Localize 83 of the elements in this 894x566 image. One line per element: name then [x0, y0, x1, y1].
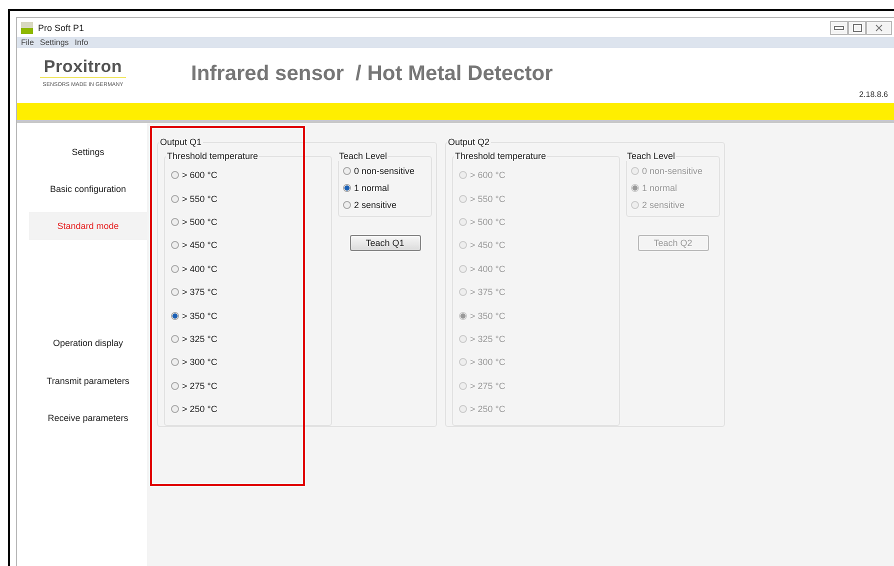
radio-label: 1 normal: [354, 183, 390, 193]
sidebar-item[interactable]: Transmit parameters: [29, 367, 147, 395]
radio-button[interactable]: [171, 358, 179, 366]
radio-label: > 250 °C: [470, 404, 506, 414]
radio-label: 2 sensitive: [354, 200, 397, 210]
window-title: Pro Soft P1: [38, 22, 84, 32]
radio-label: 0 non-sensitive: [354, 166, 415, 176]
radio-label: > 350 °C: [182, 310, 218, 321]
radio-label: > 300 °C: [470, 357, 506, 368]
radio-label: > 325 °C: [470, 334, 506, 344]
radio-option[interactable]: > 450 °C: [171, 238, 327, 253]
radio-label: > 400 °C: [182, 264, 218, 274]
radio-option[interactable]: > 300 °C: [171, 355, 327, 370]
radio-option[interactable]: > 375 °C: [171, 284, 327, 300]
group-title: Threshold temperature: [454, 151, 548, 161]
app-icon: [21, 22, 33, 34]
radio-button[interactable]: [343, 184, 351, 192]
sidebar-item[interactable]: Standard mode: [29, 212, 147, 240]
radio-label: > 600 °C: [470, 170, 506, 180]
radio-button[interactable]: [171, 218, 179, 226]
radio-option[interactable]: 2 sensitive: [343, 198, 427, 212]
group-title: Output Q1: [159, 137, 203, 147]
radio-label: 0 non-sensitive: [642, 166, 703, 176]
maximize-button[interactable]: [848, 20, 866, 34]
radio-button[interactable]: [171, 264, 179, 273]
radio-label: > 375 °C: [470, 287, 506, 298]
radio-label: > 250 °C: [182, 404, 218, 414]
radio-button[interactable]: [171, 312, 179, 320]
radio-label: > 325 °C: [182, 334, 218, 344]
radio-label: > 500 °C: [182, 216, 218, 227]
app-heading: Infrared sensor / Hot Metal Detector: [191, 62, 553, 86]
radio-label: > 375 °C: [182, 287, 218, 298]
group-title: Output Q2: [447, 137, 491, 147]
menu-item[interactable]: Settings: [40, 38, 69, 47]
sidebar-item[interactable]: Settings: [29, 138, 147, 166]
radio-button[interactable]: [343, 167, 351, 175]
radio-button[interactable]: [171, 334, 179, 343]
radio-label: 1 normal: [642, 183, 678, 193]
radio-label: > 275 °C: [182, 380, 218, 391]
radio-button[interactable]: [171, 171, 179, 180]
radio-button[interactable]: [171, 382, 179, 390]
radio-button[interactable]: [171, 288, 179, 296]
teach-button[interactable]: Teach Q1: [350, 235, 420, 251]
radio-option[interactable]: > 550 °C: [171, 191, 327, 206]
radio-button[interactable]: [343, 201, 351, 209]
radio-label: > 350 °C: [470, 310, 506, 321]
sidebar-item[interactable]: Basic configuration: [29, 175, 147, 203]
maximize-icon: [852, 24, 862, 32]
radio-option[interactable]: 0 non-sensitive: [343, 164, 427, 178]
logo: Proxitron: [40, 57, 126, 78]
radio-label: > 450 °C: [470, 240, 506, 250]
radio-option[interactable]: > 275 °C: [171, 378, 327, 393]
menu-item[interactable]: File: [21, 38, 34, 47]
radio-option[interactable]: > 400 °C: [171, 262, 327, 276]
radio-button[interactable]: [171, 405, 179, 414]
radio-label: 2 sensitive: [642, 200, 685, 210]
close-button[interactable]: [866, 20, 892, 34]
radio-label: > 300 °C: [182, 357, 218, 368]
group-title: Threshold temperature: [166, 151, 260, 161]
radio-button[interactable]: [171, 241, 179, 250]
radio-button[interactable]: [171, 194, 179, 203]
radio-label: > 600 °C: [182, 170, 218, 180]
radio-label: > 400 °C: [470, 264, 506, 274]
radio-option[interactable]: > 250 °C: [171, 402, 327, 416]
sidebar-item[interactable]: Operation display: [29, 329, 147, 357]
group-title: Teach Level: [626, 151, 676, 161]
close-icon: [875, 24, 883, 32]
radio-label: > 500 °C: [470, 216, 506, 227]
radio-option[interactable]: 1 normal: [343, 181, 427, 195]
radio-option[interactable]: > 500 °C: [171, 214, 327, 230]
radio-label: > 550 °C: [470, 194, 506, 204]
group-title: Teach Level: [338, 151, 388, 161]
menu-item[interactable]: Info: [74, 38, 88, 47]
minimize-icon: [834, 24, 844, 30]
radio-label: > 275 °C: [470, 380, 506, 391]
version-label: 2.18.8.6: [859, 90, 888, 99]
sidebar-item[interactable]: Receive parameters: [29, 404, 147, 432]
radio-option[interactable]: > 350 °C: [171, 308, 327, 323]
radio-option[interactable]: > 600 °C: [171, 168, 327, 182]
radio-label: > 550 °C: [182, 194, 218, 204]
radio-label: > 450 °C: [182, 240, 218, 250]
radio-option[interactable]: > 325 °C: [171, 332, 327, 346]
minimize-button[interactable]: [830, 20, 848, 34]
